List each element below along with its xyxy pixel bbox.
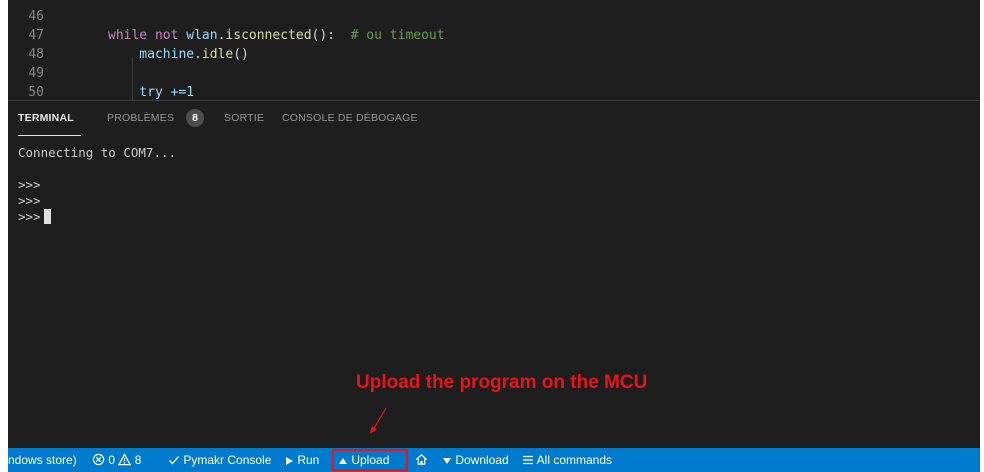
all-commands-button[interactable]: All commands [522,448,612,472]
code-token: () [233,47,249,62]
code-token: while [108,28,148,43]
line-number: 47 [28,28,44,43]
annotation-label: Upload the program on the MCU [356,372,648,393]
line-number: 49 [28,66,44,81]
list-icon [523,455,533,465]
error-count: 0 [108,453,116,467]
terminal-output[interactable]: Connecting to COM7... >>> >>> >>> [18,145,176,225]
line-number: 46 [28,9,44,24]
pymakr-console-button[interactable]: Pymakr Console [168,448,271,472]
pymakr-console-label: Pymakr Console [183,453,272,467]
upload-highlight-box [332,449,408,471]
terminal-line: Connecting to COM7... [18,145,177,160]
terminal-line: >>> [18,177,41,192]
code-token: not [147,28,187,43]
code-token: (): [311,28,351,43]
check-icon [169,456,179,465]
problems-count-badge: 8 [186,109,204,127]
status-bar: ndows store) 0 8 Pymakr Console Run Uplo… [8,448,980,472]
code-text: while not wlan.isconnected(): # ou timeo… [108,26,445,45]
terminal-line: >>> [18,193,41,208]
code-editor[interactable]: 46 47 while not wlan.isconnected(): # ou t… [8,0,980,100]
tab-debug-console[interactable]: CONSOLE DE DÉBOGAGE [282,112,418,124]
all-commands-label: All commands [536,453,613,467]
vscode-window: 46 47 while not wlan.isconnected(): # ou t… [8,0,980,472]
code-text: machine.idle() [108,45,249,64]
home-button[interactable] [415,448,428,472]
code-text: try +=1 [108,83,194,100]
annotation-arrow-icon [370,407,387,434]
download-triangle-icon [443,458,451,464]
download-label: Download [455,453,509,467]
code-token: # ou timeout [350,28,445,43]
tab-output[interactable]: SORTIE [224,112,264,124]
code-token: try +=1 [108,85,195,100]
terminal-prompt: >>> [18,209,41,224]
download-button[interactable]: Download [442,448,509,472]
python-interpreter[interactable]: ndows store) [8,448,77,472]
warning-count: 8 [134,453,142,467]
error-icon [92,453,105,466]
run-label: Run [297,453,320,467]
home-icon [415,454,428,465]
terminal-prompt-line: >>> [18,209,176,225]
code-token: . [194,47,202,62]
line-number: 50 [28,85,44,100]
tab-terminal[interactable]: TERMINAL [18,112,74,124]
run-button[interactable]: Run [284,448,319,472]
tab-problems[interactable]: PROBLÈMES [107,112,174,124]
code-token: machine [108,47,195,62]
code-token: idle [201,47,234,62]
code-token: wlan [186,28,218,43]
line-number: 48 [28,47,44,62]
code-token: isconnected [225,28,312,43]
bottom-panel: TERMINAL PROBLÈMES 8 SORTIE CONSOLE DE D… [8,100,980,447]
play-icon [286,457,293,465]
terminal-cursor [43,209,51,224]
active-tab-indicator [18,135,81,136]
warning-icon [118,453,132,466]
problems-status[interactable]: 0 8 [92,448,141,472]
panel-tabs: TERMINAL PROBLÈMES 8 SORTIE CONSOLE DE D… [8,101,980,137]
